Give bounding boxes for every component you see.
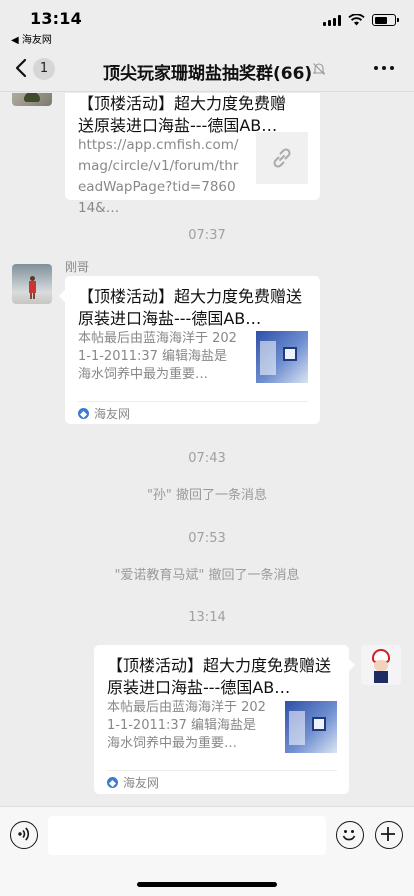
bubble-tail: [349, 659, 355, 671]
status-icons: [323, 14, 399, 26]
link-card[interactable]: 【顶楼活动】超大力度免费赠送原装进口海盐---德国AB… https://app…: [65, 93, 320, 216]
unread-count-badge[interactable]: 1: [33, 58, 55, 80]
time-label: 07:43: [188, 451, 226, 466]
wifi-icon: [348, 14, 365, 26]
link-thumbnail: [256, 132, 308, 184]
home-indicator[interactable]: [137, 882, 277, 887]
source-name: 海友网: [94, 407, 131, 421]
card-description: 本帖最后由蓝海海洋于 2021-1-2011:37 编辑海盐是海水饲养中最为重要…: [107, 700, 266, 751]
emoji-icon[interactable]: [336, 821, 364, 849]
source-app-icon: [78, 408, 89, 419]
time-label: 07:53: [188, 531, 226, 546]
link-icon: [273, 148, 291, 168]
nav-bar: 1 顶尖玩家珊瑚盐抽奖群(66): [0, 44, 414, 92]
battery-icon: [372, 14, 399, 26]
more-dots-icon[interactable]: [374, 66, 394, 70]
chat-title: 顶尖玩家珊瑚盐抽奖群(66): [103, 64, 313, 84]
card-source: 海友网: [107, 774, 159, 791]
recall-notice: "孙" 撤回了一条消息: [146, 488, 268, 503]
card-thumbnail: [256, 331, 308, 383]
sender-name: 刚哥: [65, 260, 90, 274]
link-card[interactable]: 【顶楼活动】超大力度免费赠送原装进口海盐---德国AB… 本帖最后由蓝海海洋于 …: [94, 645, 349, 794]
link-card[interactable]: 【顶楼活动】超大力度免费赠送原装进口海盐---德国AB… 本帖最后由蓝海海洋于 …: [65, 276, 320, 424]
card-divider: [78, 401, 308, 402]
source-app-icon: [107, 777, 118, 788]
cellular-signal-icon: [323, 14, 341, 26]
time-label: 07:37: [188, 228, 226, 243]
chat-area[interactable]: 【顶楼活动】超大力度免费赠送原装进口海盐---德国AB… https://app…: [0, 93, 414, 806]
avatar[interactable]: [361, 645, 401, 685]
recall-notice: "爱诺教育马斌" 撤回了一条消息: [114, 568, 300, 583]
card-title: 【顶楼活动】超大力度免费赠送原装进口海盐---德国AB…: [78, 94, 287, 135]
card-description: 本帖最后由蓝海海洋于 2021-1-2011:37 编辑海盐是海水饲养中最为重要…: [78, 331, 237, 382]
card-url: https://app.cmfish.com/mag/circle/v1/for…: [78, 137, 239, 216]
back-chevron-icon[interactable]: [12, 56, 32, 80]
status-bar: 13:14 ◀ 海友网: [0, 0, 414, 46]
card-thumbnail: [285, 701, 337, 753]
plus-icon[interactable]: [375, 821, 403, 849]
time-label: 13:14: [188, 610, 226, 625]
card-source: 海友网: [78, 405, 130, 422]
status-time: 13:14: [30, 9, 82, 28]
card-title: 【顶楼活动】超大力度免费赠送原装进口海盐---德国AB…: [78, 287, 303, 328]
card-title: 【顶楼活动】超大力度免费赠送原装进口海盐---德国AB…: [107, 656, 332, 697]
card-divider: [107, 770, 337, 771]
source-name: 海友网: [123, 776, 160, 790]
avatar[interactable]: [12, 93, 52, 106]
voice-icon[interactable]: [10, 821, 38, 849]
avatar[interactable]: [12, 264, 52, 304]
message-input[interactable]: [48, 816, 326, 855]
mute-bell-icon: [312, 63, 326, 75]
